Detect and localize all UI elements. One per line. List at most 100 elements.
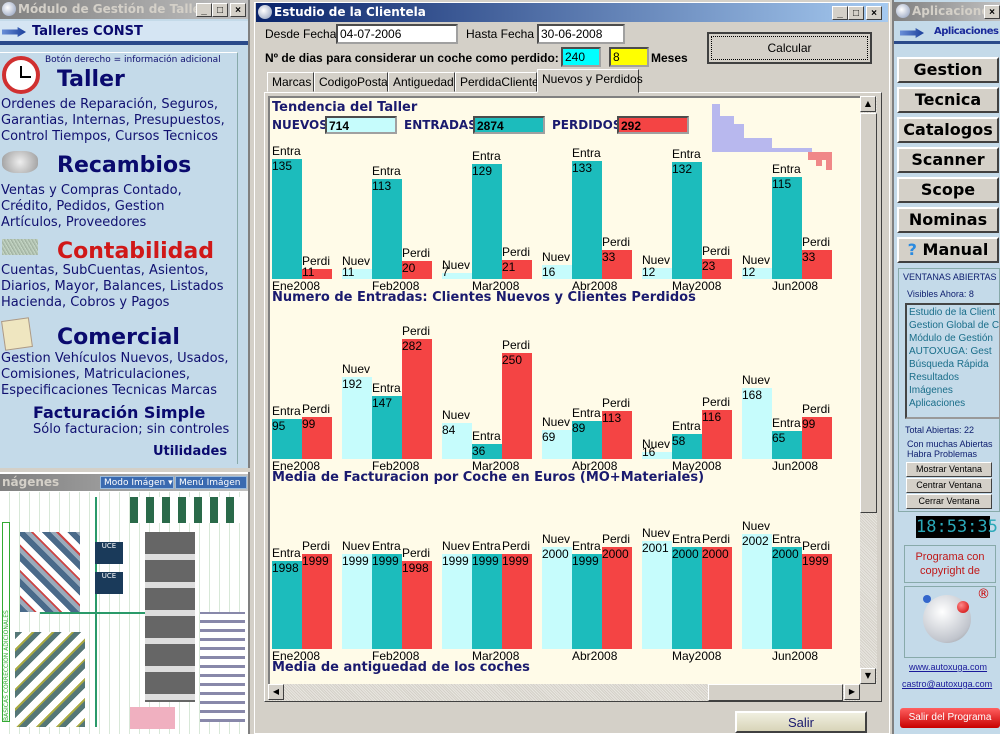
horizontal-scrollbar[interactable]: ◀ ▶ [268, 684, 860, 701]
series-label: Nuev [342, 539, 371, 554]
bar-entra [672, 161, 702, 279]
app-button-scope[interactable]: Scope [897, 177, 999, 203]
app-icon [2, 2, 16, 16]
calcular-button[interactable]: Calcular [707, 32, 872, 64]
mostrar-ventana-button[interactable]: Mostrar Ventana [906, 462, 992, 477]
recambios-link[interactable]: Recambios [57, 153, 191, 178]
open-window-item[interactable]: Resultados [909, 371, 997, 384]
app-icon [896, 4, 910, 18]
contabilidad-link[interactable]: Contabilidad [57, 239, 214, 264]
comercial-description[interactable]: Gestion Vehículos Nuevos, Usados, Comisio… [1, 351, 228, 399]
contabilidad-description[interactable]: Cuentas, SubCuentas, Asientos, Diarios, M… [1, 263, 224, 311]
close-button[interactable]: × [866, 6, 882, 20]
vertical-scrollbar[interactable]: ▲ ▼ [860, 96, 877, 684]
open-window-item[interactable]: Módulo de Gestión [909, 332, 997, 345]
data-label: 11 [302, 265, 315, 279]
series-label: Nuev [642, 525, 671, 540]
open-window-item[interactable]: Gestion Global de C [909, 319, 999, 332]
salir-programa-button[interactable]: Salir del Programa [900, 708, 1000, 728]
open-window-item[interactable]: AUTOXUGA: Gest [909, 345, 997, 358]
category-label: Jun2008 [772, 279, 819, 293]
tab-codigopostal[interactable]: CodigoPostal [314, 72, 390, 92]
series-label: Perdi [502, 539, 531, 554]
series-label: Entra [672, 146, 701, 161]
app-button-manual[interactable]: ? Manual [897, 237, 999, 263]
bar-perdi [502, 352, 532, 459]
app-button-scanner[interactable]: Scanner [897, 147, 999, 173]
money-icon[interactable] [2, 239, 38, 255]
app-button-nominas[interactable]: Nominas [897, 207, 999, 233]
data-label: 2000 [672, 547, 699, 562]
maximize-button[interactable]: □ [212, 3, 228, 17]
salir-button[interactable]: Salir [735, 711, 867, 733]
app-button-catalogos[interactable]: Catalogos [897, 117, 999, 143]
data-label: 250 [502, 352, 523, 367]
facturacion-link[interactable]: Facturación Simple [33, 403, 205, 422]
tab-perdidaclientes[interactable]: PerdidaClientes [455, 72, 545, 92]
comercial-link[interactable]: Comercial [57, 325, 180, 350]
open-window-item[interactable]: Aplicaciones [909, 397, 997, 410]
module-panel: Botón derecho = información adicional Ta… [0, 52, 238, 464]
open-window-item[interactable]: Estudio de la Client [909, 306, 997, 319]
centrar-ventana-button[interactable]: Centrar Ventana [906, 478, 992, 493]
scroll-thumb[interactable] [708, 684, 843, 701]
email-link[interactable]: castro@autoxuga.com [902, 679, 992, 689]
minimize-button[interactable]: _ [832, 6, 848, 20]
open-window-item[interactable]: Imágenes [909, 384, 997, 397]
series-label: Perdi [702, 532, 731, 547]
scroll-left-button[interactable]: ◀ [268, 684, 284, 700]
tab-antiguedad[interactable]: Antiguedad [388, 72, 455, 92]
series-label: Entra [672, 532, 701, 547]
maximize-button[interactable]: □ [848, 6, 864, 20]
scroll-right-button[interactable]: ▶ [844, 684, 860, 700]
series-label: Perdi [302, 539, 331, 554]
recambios-description[interactable]: Ventas y Compras Contado, Crédito, Pedido… [1, 183, 182, 231]
bar-entra [772, 176, 802, 279]
notepad-icon[interactable] [1, 317, 33, 351]
clock-icon[interactable] [2, 56, 40, 94]
menu-imagen-dropdown[interactable]: Menú Imágen ▾ [175, 476, 247, 501]
chart-caption: Media de Facturacion por Coche en Euros … [272, 470, 705, 485]
help-icon: ? [907, 240, 923, 259]
bar-entra [472, 164, 502, 279]
taller-link[interactable]: Taller [57, 67, 125, 92]
modo-imagen-dropdown[interactable]: Modo Imágen ▾ [100, 476, 174, 489]
minimize-button[interactable]: _ [196, 3, 212, 17]
series-label: Entra [372, 381, 401, 396]
taller-description[interactable]: Ordenes de Reparación, Seguros, Garantias… [1, 97, 225, 145]
app-button-tecnica[interactable]: Tecnica [897, 87, 999, 113]
data-label: 12 [642, 265, 656, 279]
data-label: 192 [342, 377, 363, 392]
dias-input[interactable]: 240 [561, 47, 601, 67]
utilidades-link[interactable]: Utilidades [153, 444, 227, 459]
data-label: 84 [442, 423, 456, 438]
data-label: 282 [402, 339, 423, 353]
parts-icon[interactable] [2, 151, 38, 173]
series-label: Nuev [542, 249, 571, 264]
app-icon [258, 5, 272, 19]
app-button-gestion[interactable]: Gestion [897, 57, 999, 83]
tab-marcas[interactable]: Marcas [267, 72, 314, 92]
website-link[interactable]: www.autoxuga.com [909, 662, 987, 672]
open-windows-list[interactable]: Estudio de la Client Gestion Global de CM… [905, 303, 1000, 419]
series-label: Nuev [742, 372, 771, 387]
arrow-icon [900, 28, 924, 38]
close-button[interactable]: × [984, 5, 1000, 19]
desde-fecha-input[interactable]: 04-07-2006 [336, 24, 458, 44]
data-label: 69 [542, 429, 556, 444]
series-label: Entra [672, 419, 701, 434]
tab-nuevos-y-perdidos[interactable]: Nuevos y Perdidos [537, 69, 643, 93]
data-label: 89 [572, 421, 586, 436]
meses-input[interactable]: 8 [609, 47, 649, 67]
scroll-down-button[interactable]: ▼ [860, 668, 876, 684]
scroll-thumb[interactable] [860, 113, 877, 513]
close-button[interactable]: × [230, 3, 246, 17]
bar-nuev [442, 554, 472, 649]
series-label: Perdi [802, 539, 831, 554]
hasta-fecha-input[interactable]: 30-06-2008 [537, 24, 625, 44]
data-label: 1999 [502, 554, 529, 569]
cerrar-ventana-button[interactable]: Cerrar Ventana [906, 494, 992, 509]
scroll-up-button[interactable]: ▲ [860, 96, 876, 112]
schematic-image[interactable]: BÁSICAS CORRECCIÓN ADICIONALES UCE UCE [0, 492, 248, 734]
open-window-item[interactable]: Búsqueda Rápida [909, 358, 997, 371]
